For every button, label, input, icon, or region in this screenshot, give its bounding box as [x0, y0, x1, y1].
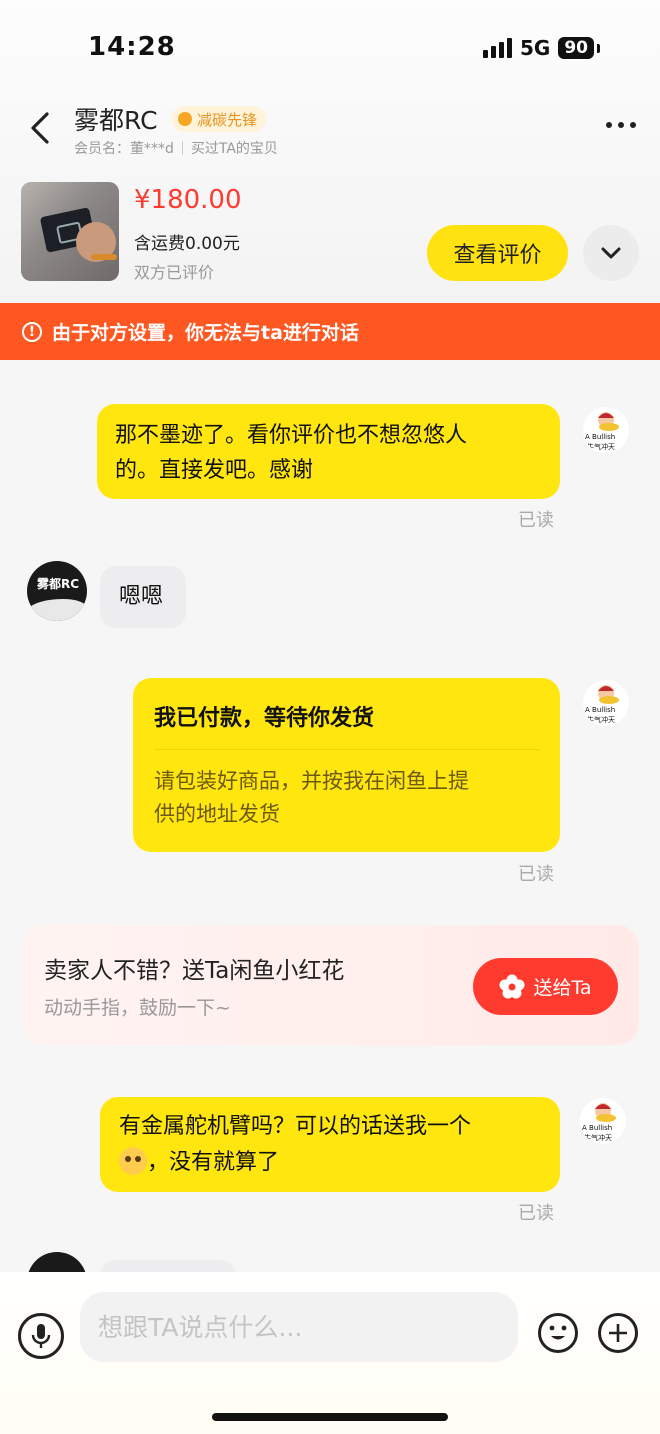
- avatar-caption: A Bullish: [582, 1124, 613, 1132]
- eco-badge[interactable]: 减碳先锋: [172, 106, 267, 132]
- chat-disabled-banner: ! 由于对方设置，你无法与ta进行对话: [0, 303, 660, 360]
- avatar-caption: A Bullish: [585, 706, 616, 714]
- voice-button[interactable]: [18, 1313, 64, 1359]
- product-price: ¥180.00: [134, 185, 242, 215]
- avatar-caption: 牛气冲天: [587, 443, 615, 451]
- expand-button[interactable]: [583, 225, 639, 281]
- battery-icon: 90: [558, 37, 594, 59]
- chevron-left-icon: [31, 112, 49, 144]
- bought-before-label[interactable]: 买过TA的宝贝: [191, 138, 278, 158]
- back-button[interactable]: [22, 108, 58, 148]
- message-line: 有金属舵机臂吗？可以的话送我一个: [119, 1114, 472, 1139]
- shop-name[interactable]: 雾都RC: [74, 101, 158, 137]
- message-line: 的。直接发吧。感谢: [115, 458, 314, 483]
- read-receipt: 已读: [518, 1203, 554, 1224]
- plus-icon: [609, 1324, 627, 1342]
- signal-icon: [482, 38, 512, 58]
- member-name: 会员名：董***d: [74, 141, 174, 157]
- flower-icon: [499, 974, 525, 998]
- network-label: 5G: [519, 36, 551, 60]
- home-indicator: [212, 1413, 448, 1421]
- composer-bar: [0, 1272, 660, 1434]
- my-avatar[interactable]: A Bullish 牛气冲天: [583, 680, 629, 726]
- avatar-label: 雾都RC: [37, 577, 80, 591]
- product-thumbnail[interactable]: [21, 182, 119, 281]
- flower-subtitle: 动动手指，鼓励一下~: [44, 997, 231, 1019]
- surprised-emoji-icon: [119, 1147, 147, 1175]
- chevron-down-icon: [601, 247, 621, 259]
- flower-title: 卖家人不错？送Ta闲鱼小红花: [44, 958, 345, 984]
- badge-label: 减碳先锋: [197, 110, 258, 129]
- shop-avatar[interactable]: 雾都RC: [27, 561, 87, 621]
- avatar-caption: 牛气冲天: [584, 1134, 612, 1142]
- warning-icon: !: [22, 321, 42, 342]
- leaf-icon: [178, 112, 192, 126]
- payment-note-line: 请包装好商品，并按我在闲鱼上提: [154, 769, 469, 793]
- read-receipt: 已读: [518, 510, 554, 531]
- payment-note-line: 供的地址发货: [154, 802, 280, 826]
- avatar-caption: A Bullish: [585, 433, 616, 441]
- message-input[interactable]: [80, 1292, 518, 1362]
- my-avatar[interactable]: A Bullish 牛气冲天: [580, 1098, 626, 1144]
- shipping-fee: 含运费0.00元: [134, 234, 240, 254]
- message-line: 那不墨迹了。看你评价也不想忽悠人: [115, 423, 468, 448]
- warning-text: 由于对方设置，你无法与ta进行对话: [52, 322, 359, 344]
- send-flower-card: 卖家人不错？送Ta闲鱼小红花 动动手指，鼓励一下~ 送给Ta: [22, 925, 639, 1045]
- microphone-icon: [31, 1324, 51, 1348]
- status-icons: 5G 90: [482, 36, 600, 60]
- view-review-button[interactable]: 查看评价: [427, 225, 568, 281]
- divider: [154, 749, 540, 750]
- add-attachment-icon[interactable]: [598, 1313, 638, 1353]
- payment-card[interactable]: 我已付款，等待你发货 请包装好商品，并按我在闲鱼上提 供的地址发货: [133, 678, 560, 852]
- divider: [181, 141, 183, 155]
- send-flower-button[interactable]: 送给Ta: [473, 958, 618, 1015]
- member-meta: 会员名：董***d 买过TA的宝贝: [74, 138, 278, 158]
- battery-cap: [597, 43, 600, 53]
- send-flower-label: 送给Ta: [533, 977, 592, 999]
- emoji-picker-icon[interactable]: [538, 1313, 578, 1353]
- avatar-caption: 牛气冲天: [587, 716, 615, 724]
- message-bubble-outgoing[interactable]: 有金属舵机臂吗？可以的话送我一个 ，没有就算了: [100, 1097, 560, 1192]
- smiley-icon: [549, 1325, 567, 1340]
- message-line: ，没有就算了: [147, 1150, 280, 1175]
- status-time: 14:28: [88, 32, 176, 62]
- read-receipt: 已读: [518, 864, 554, 885]
- my-avatar[interactable]: A Bullish 牛气冲天: [583, 407, 629, 453]
- message-bubble-incoming[interactable]: 嗯嗯: [100, 566, 186, 628]
- review-status: 双方已评价: [134, 263, 215, 282]
- message-bubble-outgoing[interactable]: 那不墨迹了。看你评价也不想忽悠人 的。直接发吧。感谢: [97, 404, 560, 499]
- message-line-2: ，没有就算了: [119, 1145, 279, 1180]
- more-options-icon[interactable]: [606, 122, 636, 128]
- message-text: 嗯嗯: [119, 584, 164, 609]
- payment-title: 我已付款，等待你发货: [154, 706, 375, 731]
